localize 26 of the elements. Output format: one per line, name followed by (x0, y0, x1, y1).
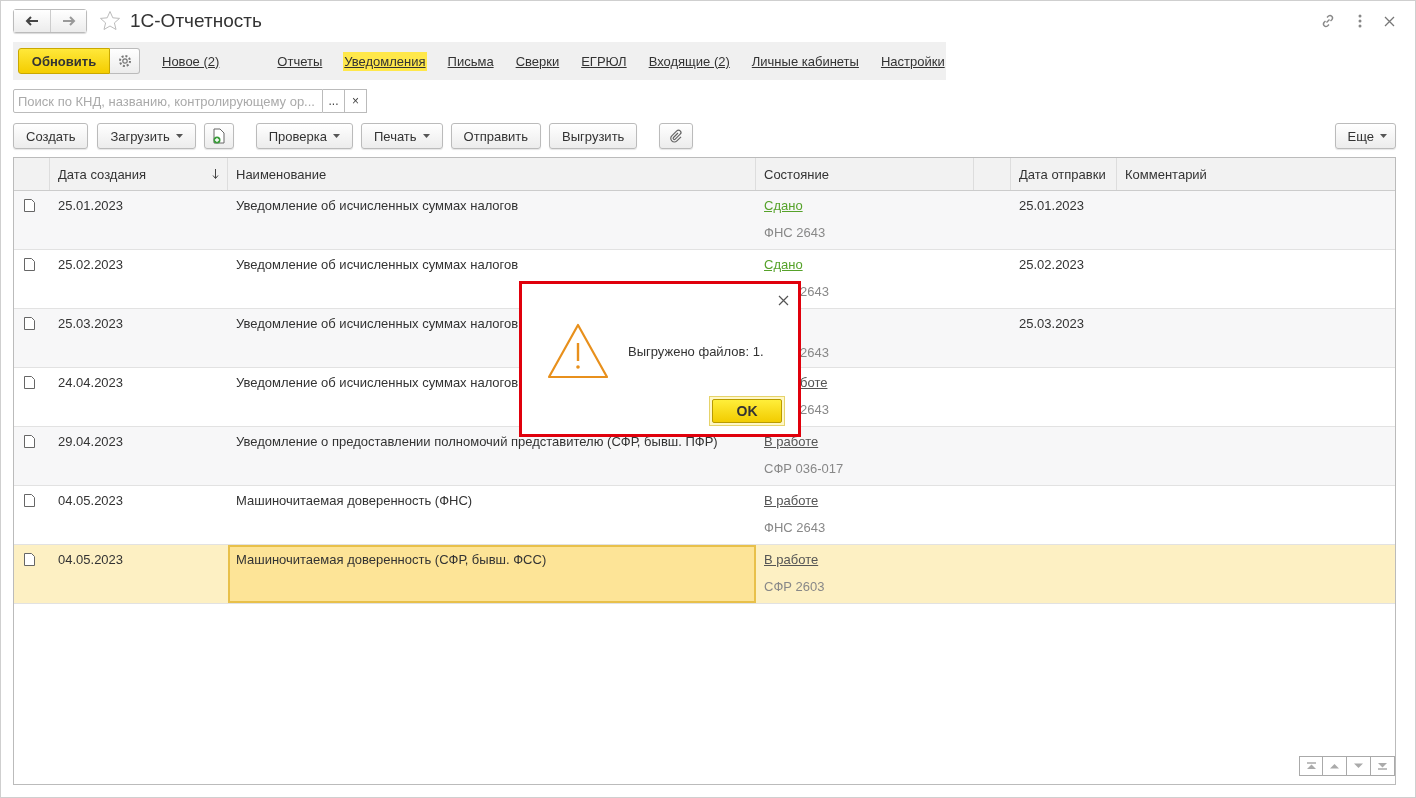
table-cell: 29.04.2023 (58, 434, 124, 449)
table-cell: 24.04.2023 (58, 375, 124, 390)
table-cell: 2643 (800, 345, 829, 360)
table-cell: 25.03.2023 (58, 316, 124, 331)
table-cell: Уведомление об исчисленных суммах налогов (236, 375, 519, 390)
table-cell: 25.01.2023 (1019, 198, 1085, 213)
table-cell: Уведомление об исчисленных суммах налогов (236, 198, 519, 213)
table-cell: Уведомление об исчисленных суммах налогов (236, 316, 519, 331)
table-cell: 25.03.2023 (1019, 316, 1085, 331)
table-cell: Уведомление о предоставлении полномочий представителю (СФР, бывш. ПФР) (236, 434, 718, 449)
table-cell: СФР 036-017 (764, 461, 844, 476)
table-cell: ФНС 2643 (764, 225, 826, 240)
table-cell: 2643 (800, 402, 829, 417)
table-cell: ФНС 2643 (764, 520, 826, 535)
table-cell: 25.01.2023 (58, 198, 124, 213)
table-cell: 2643 (800, 284, 829, 299)
table-cell: Машиночитаемая доверенность (ФНС) (236, 493, 473, 508)
table-cell: 25.02.2023 (1019, 257, 1085, 272)
window-title: 1С-Отчетность (130, 10, 262, 32)
table-cell: 25.02.2023 (58, 257, 124, 272)
dialog-message: Выгружено файлов: 1. (628, 344, 764, 359)
table-cell: 04.05.2023 (58, 552, 124, 567)
table-cell: СФР 2603 (764, 579, 825, 594)
table-cell: Машиночитаемая доверенность (СФР, бывш. ФСС) (236, 552, 547, 567)
table-cell: Уведомление об исчисленных суммах налогов (236, 257, 519, 272)
table-cell: 04.05.2023 (58, 493, 124, 508)
